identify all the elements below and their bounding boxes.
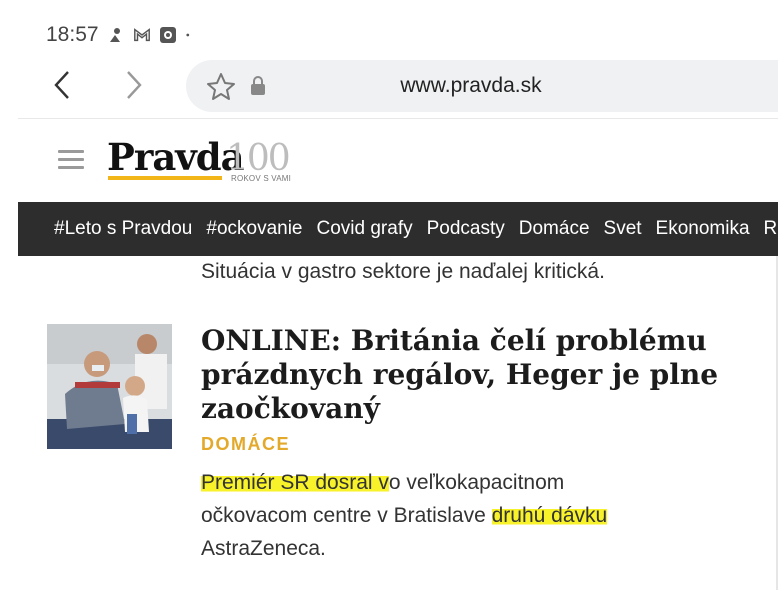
nav-item-svet[interactable]: Svet	[604, 202, 642, 256]
photo-app-icon	[159, 27, 176, 43]
article-perex: Premiér SR dosral vo veľkokapacitnom očk…	[201, 466, 671, 565]
status-time: 18:57	[46, 23, 99, 46]
nav-item-truncated[interactable]: R	[764, 202, 778, 256]
highlighted-text: Premiér SR dosral v	[201, 471, 389, 494]
chevron-right-icon	[127, 71, 142, 99]
article-category[interactable]: DOMÁCE	[201, 434, 290, 455]
site-logo[interactable]: Pravda	[107, 135, 245, 179]
nav-item-leto-s-pravdou[interactable]: #Leto s Pravdou	[54, 202, 192, 256]
perex-text: AstraZeneca.	[201, 537, 326, 560]
nav-item-ekonomika[interactable]: Ekonomika	[656, 202, 750, 256]
highlighted-text: druhú dávku	[491, 504, 608, 527]
chevron-left-icon	[54, 71, 69, 99]
address-bar[interactable]: www.pravda.sk	[186, 60, 778, 112]
dot-icon	[185, 33, 189, 37]
url-text[interactable]: www.pravda.sk	[186, 74, 778, 98]
nav-item-domace[interactable]: Domáce	[519, 202, 590, 256]
browser-toolbar: www.pravda.sk	[0, 58, 778, 114]
gmail-icon	[133, 28, 150, 42]
article-thumbnail[interactable]	[47, 324, 172, 449]
nav-item-covid-grafy[interactable]: Covid grafy	[317, 202, 413, 256]
main-nav: #Leto s Pravdou #ockovanie Covid grafy P…	[18, 202, 778, 256]
status-bar: 18:57	[46, 20, 195, 50]
previous-article-perex: Situácia v gastro sektore je naďalej kri…	[201, 260, 605, 283]
nav-item-podcasty[interactable]: Podcasty	[427, 202, 505, 256]
anniversary-logo-subtitle: ROKOV S VAMI	[231, 174, 292, 183]
steam-notification-icon	[109, 28, 120, 42]
nav-item-ockovanie[interactable]: #ockovanie	[206, 202, 302, 256]
divider	[18, 118, 778, 119]
article-title[interactable]: ONLINE: Británia čelí problému prázdnych…	[201, 324, 721, 426]
back-button[interactable]	[42, 62, 82, 108]
hamburger-icon[interactable]	[58, 150, 84, 170]
anniversary-logo: 100	[226, 138, 291, 179]
forward-button[interactable]	[114, 62, 154, 108]
logo-underline	[108, 176, 222, 180]
